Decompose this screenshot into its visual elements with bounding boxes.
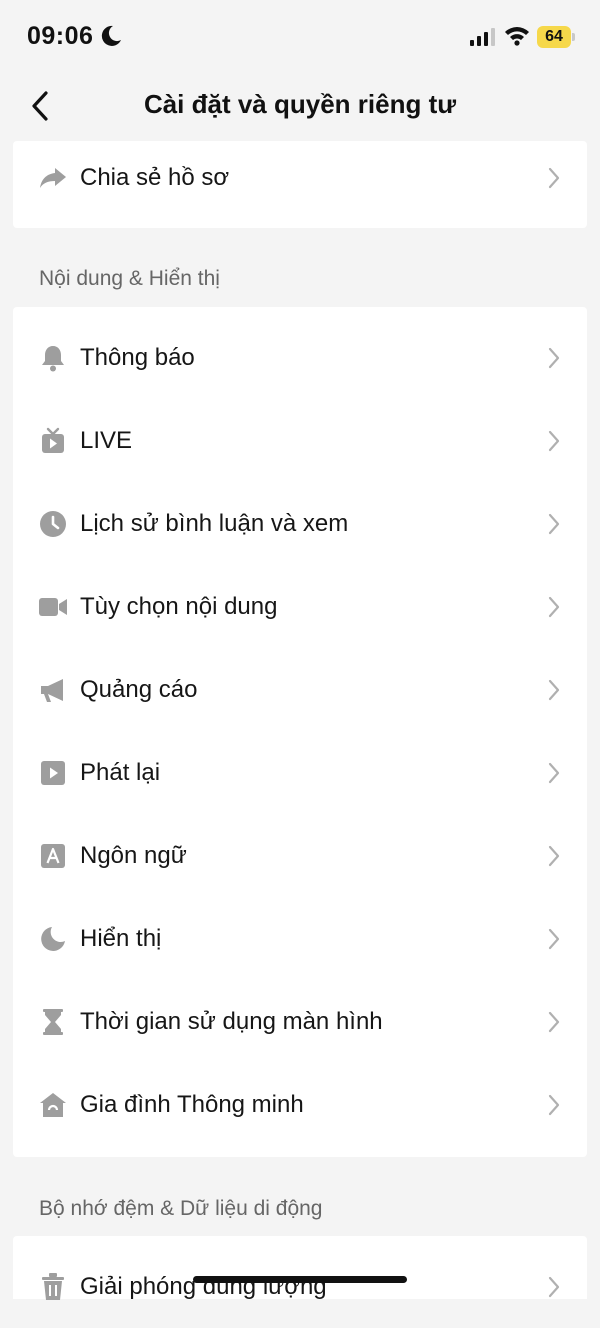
list-item-comment-watch-history[interactable]: Lịch sử bình luận và xem (13, 482, 587, 565)
list-item-free-up-space[interactable]: Giải phóng dung lượng (13, 1245, 587, 1328)
moon-icon (39, 925, 67, 953)
chevron-right-icon (548, 845, 560, 867)
list-item-content-preferences[interactable]: Tùy chọn nội dung (13, 565, 587, 648)
video-camera-icon (39, 593, 67, 621)
focus-moon-icon (101, 25, 121, 46)
bell-icon (39, 344, 67, 372)
list-item-label: Hiển thị (80, 925, 162, 952)
list-item-label: Lịch sử bình luận và xem (80, 510, 349, 537)
list-item-label: LIVE (80, 427, 133, 454)
list-item-family-pairing[interactable]: Gia đình Thông minh (13, 1063, 587, 1146)
list-item-label: Tùy chọn nội dung (80, 593, 278, 620)
trash-icon (39, 1273, 67, 1301)
chevron-right-icon (548, 679, 560, 701)
battery-level: 64 (545, 28, 563, 45)
wifi-icon (505, 27, 529, 46)
chevron-right-icon (548, 167, 560, 189)
page-title: Cài đặt và quyền riêng tư (143, 89, 457, 119)
home-indicator[interactable] (193, 1276, 407, 1283)
list-item-playback[interactable]: Phát lại (13, 731, 587, 814)
list-item-label: Thông báo (80, 344, 195, 371)
chevron-right-icon (548, 430, 560, 452)
list-item-label: Ngôn ngữ (80, 842, 187, 869)
share-arrow-icon (39, 164, 67, 192)
list-item-label: Thời gian sử dụng màn hình (80, 1008, 383, 1035)
live-tv-icon (39, 427, 67, 455)
list-item-label: Giải phóng dung lượng (80, 1273, 327, 1300)
hourglass-icon (39, 1008, 67, 1036)
list-item-screen-time[interactable]: Thời gian sử dụng màn hình (13, 980, 587, 1063)
list-item-label: Gia đình Thông minh (80, 1091, 304, 1118)
chevron-right-icon (548, 762, 560, 784)
status-bar: 09:06 64 (0, 0, 600, 72)
battery-cap (572, 33, 575, 41)
chevron-right-icon (548, 1094, 560, 1116)
navigation-bar: Cài đặt và quyền riêng tư (0, 72, 600, 140)
list-item-live[interactable]: LIVE (13, 399, 587, 482)
chevron-right-icon (548, 596, 560, 618)
section-header-cache-data: Bộ nhớ đệm & Dữ liệu di động (39, 1197, 323, 1220)
cache-data-card: Giải phóng dung lượng (13, 1236, 587, 1300)
home-icon (39, 1091, 67, 1119)
list-item-ads[interactable]: Quảng cáo (13, 648, 587, 731)
list-item-language[interactable]: Ngôn ngữ (13, 814, 587, 897)
content-display-card: Thông báo LIVE Lịch sử bình luận và xem … (13, 307, 587, 1157)
language-a-icon (39, 842, 67, 870)
list-item-label: Quảng cáo (80, 676, 198, 703)
status-time: 09:06 (27, 22, 94, 50)
list-item-label: Phát lại (80, 759, 161, 786)
list-item-notifications[interactable]: Thông báo (13, 316, 587, 399)
list-item-share-profile[interactable]: Chia sẻ hồ sơ (13, 141, 587, 214)
chevron-right-icon (548, 513, 560, 535)
list-item-display[interactable]: Hiển thị (13, 897, 587, 980)
chevron-right-icon (548, 347, 560, 369)
clock-icon (39, 510, 67, 538)
chevron-right-icon (548, 928, 560, 950)
list-item-label: Chia sẻ hồ sơ (80, 164, 230, 191)
chevron-right-icon (548, 1011, 560, 1033)
play-square-icon (39, 759, 67, 787)
profile-card: Chia sẻ hồ sơ (13, 141, 587, 228)
cellular-signal-icon (470, 28, 495, 46)
battery-indicator: 64 (537, 26, 576, 48)
megaphone-icon (39, 676, 67, 704)
chevron-right-icon (548, 1276, 560, 1298)
section-header-content-display: Nội dung & Hiển thị (39, 267, 220, 290)
